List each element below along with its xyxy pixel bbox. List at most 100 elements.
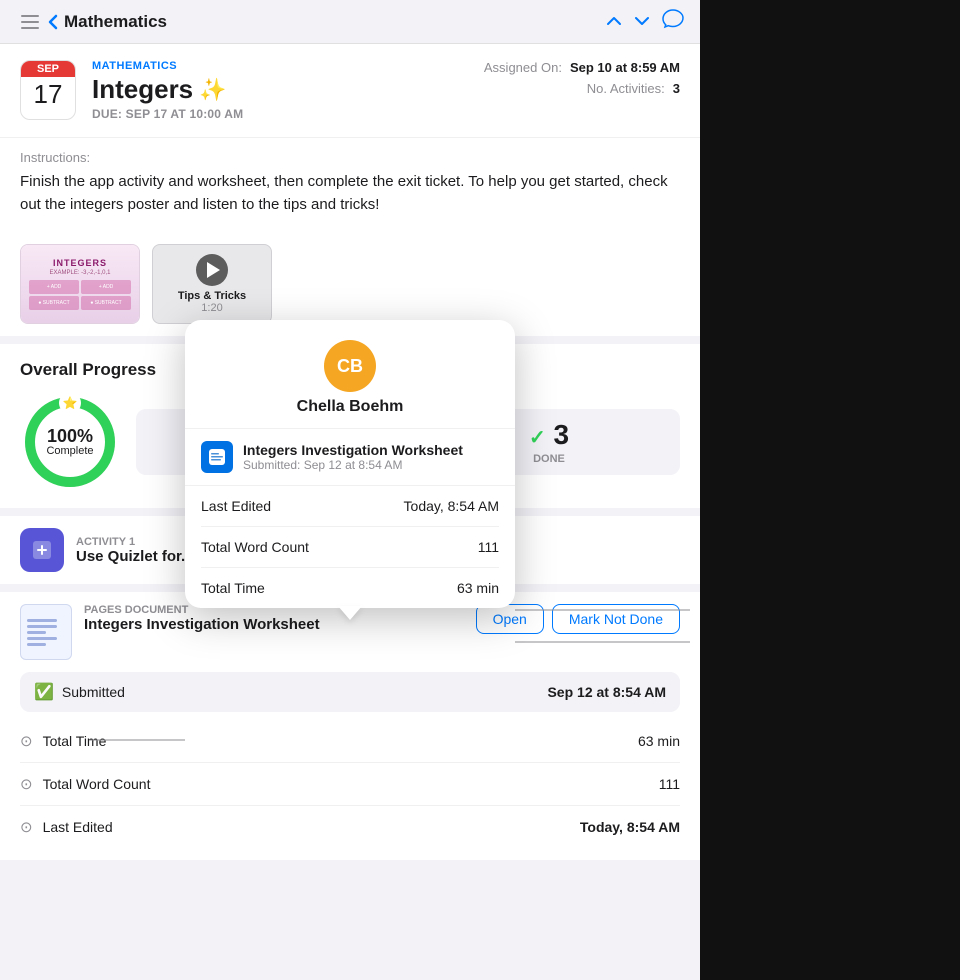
assigned-on-value: Sep 10 at 8:59 AM — [570, 60, 680, 75]
popup-student-name: Chella Boehm — [297, 398, 404, 416]
poster-cell-1: + ADD — [29, 280, 79, 294]
popup-header: CB Chella Boehm — [185, 320, 515, 429]
no-activities-row: No. Activities: 3 — [587, 81, 680, 96]
detail-row-last-edited: ⊙ Last Edited Today, 8:54 AM — [20, 806, 680, 848]
no-activities-label: No. Activities: — [587, 81, 665, 96]
open-button[interactable]: Open — [476, 604, 544, 634]
header-title: Mathematics — [64, 12, 167, 32]
donut-label: Complete — [46, 445, 93, 457]
total-time-label: Total Time — [43, 733, 107, 749]
donut-chart: 100% Complete ⭐ — [20, 392, 120, 492]
popup-last-edited-label: Last Edited — [201, 498, 271, 514]
submitted-label: Submitted — [62, 684, 125, 700]
submitted-date: Sep 12 at 8:54 AM — [547, 684, 666, 700]
instructions-text: Finish the app activity and worksheet, t… — [20, 171, 680, 216]
poster-grid: + ADD + ADD ● SUBTRACT ● SUBTRACT — [25, 280, 135, 310]
total-time-value: 63 min — [638, 733, 680, 749]
word-count-value: 111 — [659, 776, 680, 792]
total-time-icon: ⊙ — [20, 732, 33, 750]
comment-button[interactable] — [662, 9, 684, 35]
doc-line-4 — [27, 637, 57, 640]
detail-row-word-count: ⊙ Total Word Count 111 — [20, 763, 680, 806]
doc-thumbnail-lines — [21, 613, 71, 652]
doc-info: PAGES DOCUMENT Integers Investigation Wo… — [84, 604, 464, 633]
tips-and-tricks-video[interactable]: Tips & Tricks 1:20 — [152, 244, 272, 324]
doc-line-5 — [27, 643, 46, 646]
video-title: Tips & Tricks — [178, 290, 246, 302]
stat-done-number: ✓ 3 — [529, 419, 569, 451]
calendar-badge: SEP 17 — [20, 60, 76, 120]
activity-badge — [20, 528, 64, 572]
avatar: CB — [324, 340, 376, 392]
assignment-title-row: Integers ✨ — [92, 74, 464, 105]
assignment-due: DUE: SEP 17 AT 10:00 AM — [92, 107, 464, 121]
doc-actions: Open Mark Not Done — [476, 604, 680, 634]
popup-detail-rows: Last Edited Today, 8:54 AM Total Word Co… — [185, 486, 515, 608]
donut-center: 100% Complete — [46, 427, 93, 457]
assignment-subject: MATHEMATICS — [92, 60, 464, 72]
assignment-meta: Assigned On: Sep 10 at 8:59 AM No. Activ… — [480, 60, 680, 96]
assignment-title: Integers — [92, 74, 193, 105]
last-edited-value: Today, 8:54 AM — [580, 819, 680, 835]
submitted-row: ✅ Submitted Sep 12 at 8:54 AM — [20, 672, 680, 712]
calendar-month: SEP — [21, 61, 75, 77]
back-button[interactable] — [48, 14, 58, 30]
word-count-label: Total Word Count — [43, 776, 151, 792]
popup-doc-name: Integers Investigation Worksheet — [243, 442, 463, 458]
mark-not-done-button[interactable]: Mark Not Done — [552, 604, 680, 634]
doc-line-3 — [27, 631, 46, 634]
doc-line-2 — [27, 625, 57, 628]
doc-name: Integers Investigation Worksheet — [84, 616, 464, 633]
header-bar: Mathematics — [0, 0, 700, 44]
poster-cell-3: ● SUBTRACT — [29, 296, 79, 310]
popup-doc-icon — [201, 441, 233, 473]
integers-poster[interactable]: INTEGERS EXAMPLE: -3,-2,-1,0,1 + ADD + A… — [20, 244, 140, 324]
donut-percent: 100% — [46, 427, 93, 445]
poster-subtitle: EXAMPLE: -3,-2,-1,0,1 — [49, 270, 110, 276]
nav-down-button[interactable] — [634, 11, 650, 32]
sparkle-icon: ✨ — [199, 77, 226, 103]
popup-tail — [338, 606, 362, 620]
detail-rows: ⊙ Total Time 63 min ⊙ Total Word Count 1… — [20, 720, 680, 848]
popup-card: CB Chella Boehm Integers Investigation W… — [185, 320, 515, 608]
popup-last-edited-value: Today, 8:54 AM — [404, 498, 499, 514]
last-edited-label: Last Edited — [43, 819, 113, 835]
popup-word-count-label: Total Word Count — [201, 539, 309, 555]
checkmark-icon: ✓ — [529, 427, 546, 449]
stat-done-label: DONE — [533, 453, 565, 465]
popup-doc-info: Integers Investigation Worksheet Submitt… — [243, 442, 463, 472]
last-edited-icon: ⊙ — [20, 818, 33, 836]
instructions-section: Instructions: Finish the app activity an… — [0, 137, 700, 232]
assigned-on-label: Assigned On: — [484, 60, 562, 75]
play-button[interactable] — [196, 254, 228, 286]
submitted-checkmark-icon: ✅ — [34, 682, 54, 702]
assignment-info: MATHEMATICS Integers ✨ DUE: SEP 17 AT 10… — [92, 60, 464, 121]
assigned-on-row: Assigned On: Sep 10 at 8:59 AM — [484, 60, 680, 75]
popup-total-time-label: Total Time — [201, 580, 265, 596]
doc-thumbnail — [20, 604, 72, 660]
video-duration: 1:20 — [201, 302, 222, 314]
black-panel — [700, 0, 960, 980]
poster-title: INTEGERS — [53, 258, 107, 268]
poster-cell-2: + ADD — [81, 280, 131, 294]
instructions-label: Instructions: — [20, 150, 680, 165]
popup-detail-row-total-time: Total Time 63 min — [201, 568, 499, 608]
nav-up-button[interactable] — [606, 11, 622, 32]
star-badge: ⭐ — [59, 392, 81, 414]
popup-doc-submitted: Submitted: Sep 12 at 8:54 AM — [243, 458, 463, 472]
assignment-header: SEP 17 MATHEMATICS Integers ✨ DUE: SEP 1… — [0, 44, 700, 137]
sidebar-toggle-button[interactable] — [16, 8, 44, 36]
calendar-day: 17 — [34, 77, 63, 110]
play-triangle-icon — [207, 262, 220, 278]
doc-line-1 — [27, 619, 57, 622]
popup-total-time-value: 63 min — [457, 580, 499, 596]
popup-word-count-value: 111 — [478, 539, 499, 555]
popup-doc-row: Integers Investigation Worksheet Submitt… — [185, 429, 515, 486]
no-activities-value: 3 — [673, 81, 680, 96]
stat-done-value: 3 — [553, 419, 569, 450]
poster-cell-4: ● SUBTRACT — [81, 296, 131, 310]
integers-poster-content: INTEGERS EXAMPLE: -3,-2,-1,0,1 + ADD + A… — [21, 245, 139, 323]
header-right — [606, 9, 684, 35]
detail-row-total-time: ⊙ Total Time 63 min — [20, 720, 680, 763]
document-section: PAGES DOCUMENT Integers Investigation Wo… — [0, 592, 700, 860]
